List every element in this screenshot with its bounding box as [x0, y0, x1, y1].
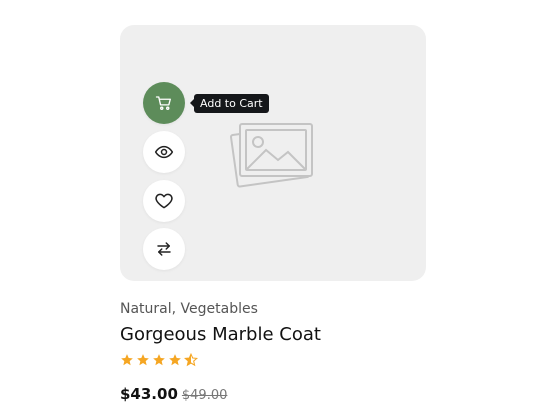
- current-price: $43.00: [120, 385, 178, 403]
- star-icon: [169, 354, 181, 366]
- star-icon: [121, 354, 133, 366]
- quick-view-button[interactable]: [143, 131, 185, 173]
- eye-icon: [154, 145, 174, 159]
- wishlist-button[interactable]: [143, 180, 185, 222]
- product-title[interactable]: Gorgeous Marble Coat: [120, 324, 321, 345]
- product-image[interactable]: Add to Cart: [120, 25, 426, 281]
- add-to-cart-button[interactable]: [143, 82, 185, 124]
- arrows-swap-icon: [157, 242, 171, 256]
- rating-stars: [120, 353, 198, 369]
- image-placeholder-icon: [230, 123, 313, 188]
- cart-icon: [155, 96, 171, 110]
- star-icon: [137, 354, 149, 366]
- star-icon: [153, 354, 165, 366]
- heart-icon: [155, 193, 173, 209]
- compare-button[interactable]: [143, 228, 185, 270]
- product-category[interactable]: Natural, Vegetables: [120, 301, 258, 317]
- product-price: $43.00 $49.00: [120, 384, 227, 403]
- star-half-icon: [184, 353, 198, 367]
- old-price: $49.00: [181, 388, 228, 403]
- product-card: Add to Cart Natural, Vegetables Gorgeous…: [120, 25, 426, 403]
- add-to-cart-tooltip: Add to Cart: [190, 94, 269, 113]
